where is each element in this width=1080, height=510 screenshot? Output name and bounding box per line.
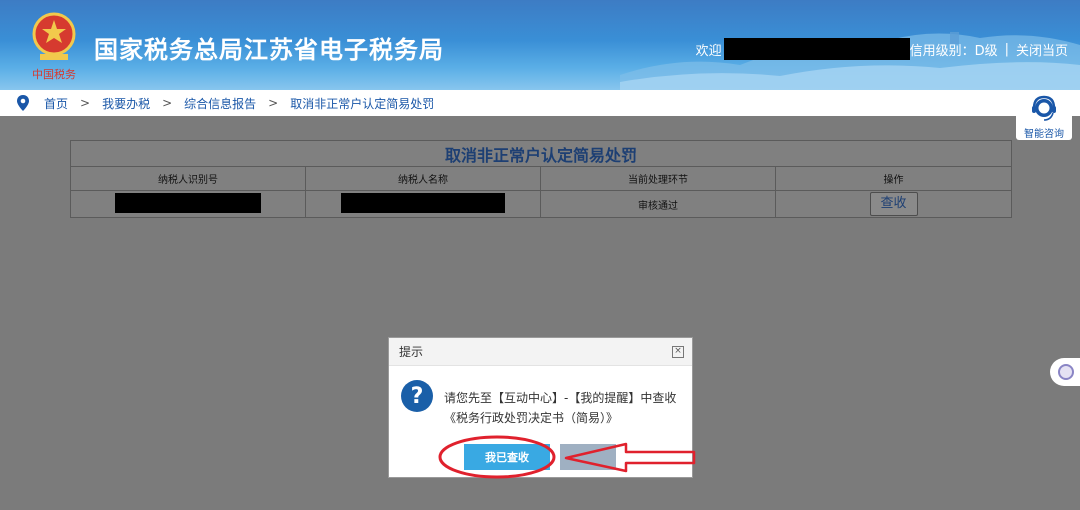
separator: | bbox=[1004, 41, 1009, 57]
user-area: 欢迎 信用级别：D级 | 关闭当页 bbox=[696, 38, 1068, 60]
col-taxpayer-name: 纳税人名称 bbox=[305, 166, 541, 191]
dialog-message-line1: 请您先至【互动中心】-【我的提醒】中查收 bbox=[444, 391, 677, 405]
question-icon: ? bbox=[401, 380, 433, 412]
tax-emblem-logo: 中国税务 bbox=[32, 12, 76, 81]
customer-service-icon bbox=[1032, 95, 1056, 121]
welcome-text: 欢迎 bbox=[695, 43, 722, 59]
redacted-taxpayer-id bbox=[115, 192, 261, 213]
close-page-link[interactable]: 关闭当页 bbox=[1016, 40, 1068, 59]
emblem-text: 中国税务 bbox=[32, 67, 76, 81]
dialog-header: 提示 × bbox=[389, 338, 692, 366]
location-pin-icon bbox=[17, 95, 29, 111]
breadcrumb-current: 取消非正常户认定简易处罚 bbox=[290, 96, 435, 111]
smart-consult-widget[interactable]: 智能咨询 bbox=[1016, 92, 1072, 140]
breadcrumb-separator: > bbox=[80, 96, 91, 110]
close-icon[interactable]: × bbox=[672, 345, 684, 358]
cell-action: 查收 bbox=[775, 190, 1012, 218]
breadcrumb-separator: > bbox=[162, 96, 173, 110]
table-row: 审核通过 查收 bbox=[70, 190, 1012, 218]
table-title: 取消非正常户认定简易处罚 bbox=[70, 140, 1012, 167]
redacted-taxpayer-name bbox=[341, 192, 505, 213]
dialog-message-line2: 《税务行政处罚决定书（简易）》 bbox=[444, 411, 619, 425]
credit-level: 信用级别：D级 bbox=[909, 43, 998, 59]
confirm-received-button[interactable]: 我已查收 bbox=[464, 444, 550, 470]
cell-taxpayer-id bbox=[70, 190, 306, 218]
dialog-title: 提示 bbox=[399, 345, 424, 359]
site-title: 国家税务总局江苏省电子税务局 bbox=[94, 36, 444, 64]
site-header: 中国税务 国家税务总局江苏省电子税务局 欢迎 信用级别：D级 | 关闭当页 bbox=[0, 0, 1080, 90]
breadcrumb-separator: > bbox=[268, 96, 279, 110]
smart-consult-label: 智能咨询 bbox=[1024, 129, 1064, 140]
penalty-table: 取消非正常户认定简易处罚 纳税人识别号 纳税人名称 当前处理环节 操作 审核通过… bbox=[70, 140, 1012, 218]
secondary-button[interactable] bbox=[560, 444, 616, 470]
query-receive-button[interactable]: 查收 bbox=[869, 192, 918, 216]
col-action: 操作 bbox=[775, 166, 1012, 191]
col-taxpayer-id: 纳税人识别号 bbox=[70, 166, 306, 191]
floating-chat-widget[interactable] bbox=[1050, 358, 1080, 386]
chat-bubble-icon bbox=[1058, 364, 1074, 380]
dialog-message: 请您先至【互动中心】-【我的提醒】中查收 《税务行政处罚决定书（简易）》 bbox=[444, 388, 676, 428]
breadcrumb-tax-service[interactable]: 我要办税 bbox=[102, 95, 150, 112]
cell-status: 审核通过 bbox=[540, 190, 776, 218]
breadcrumb: 首页 > 我要办税 > 综合信息报告 > 取消非正常户认定简易处罚 bbox=[0, 90, 1080, 116]
breadcrumb-info-report[interactable]: 综合信息报告 bbox=[184, 95, 256, 112]
breadcrumb-home[interactable]: 首页 bbox=[44, 95, 68, 112]
table-header-row: 纳税人识别号 纳税人名称 当前处理环节 操作 bbox=[70, 166, 1012, 191]
col-current-step: 当前处理环节 bbox=[540, 166, 776, 191]
cell-taxpayer-name bbox=[305, 190, 541, 218]
redacted-username bbox=[723, 38, 910, 60]
